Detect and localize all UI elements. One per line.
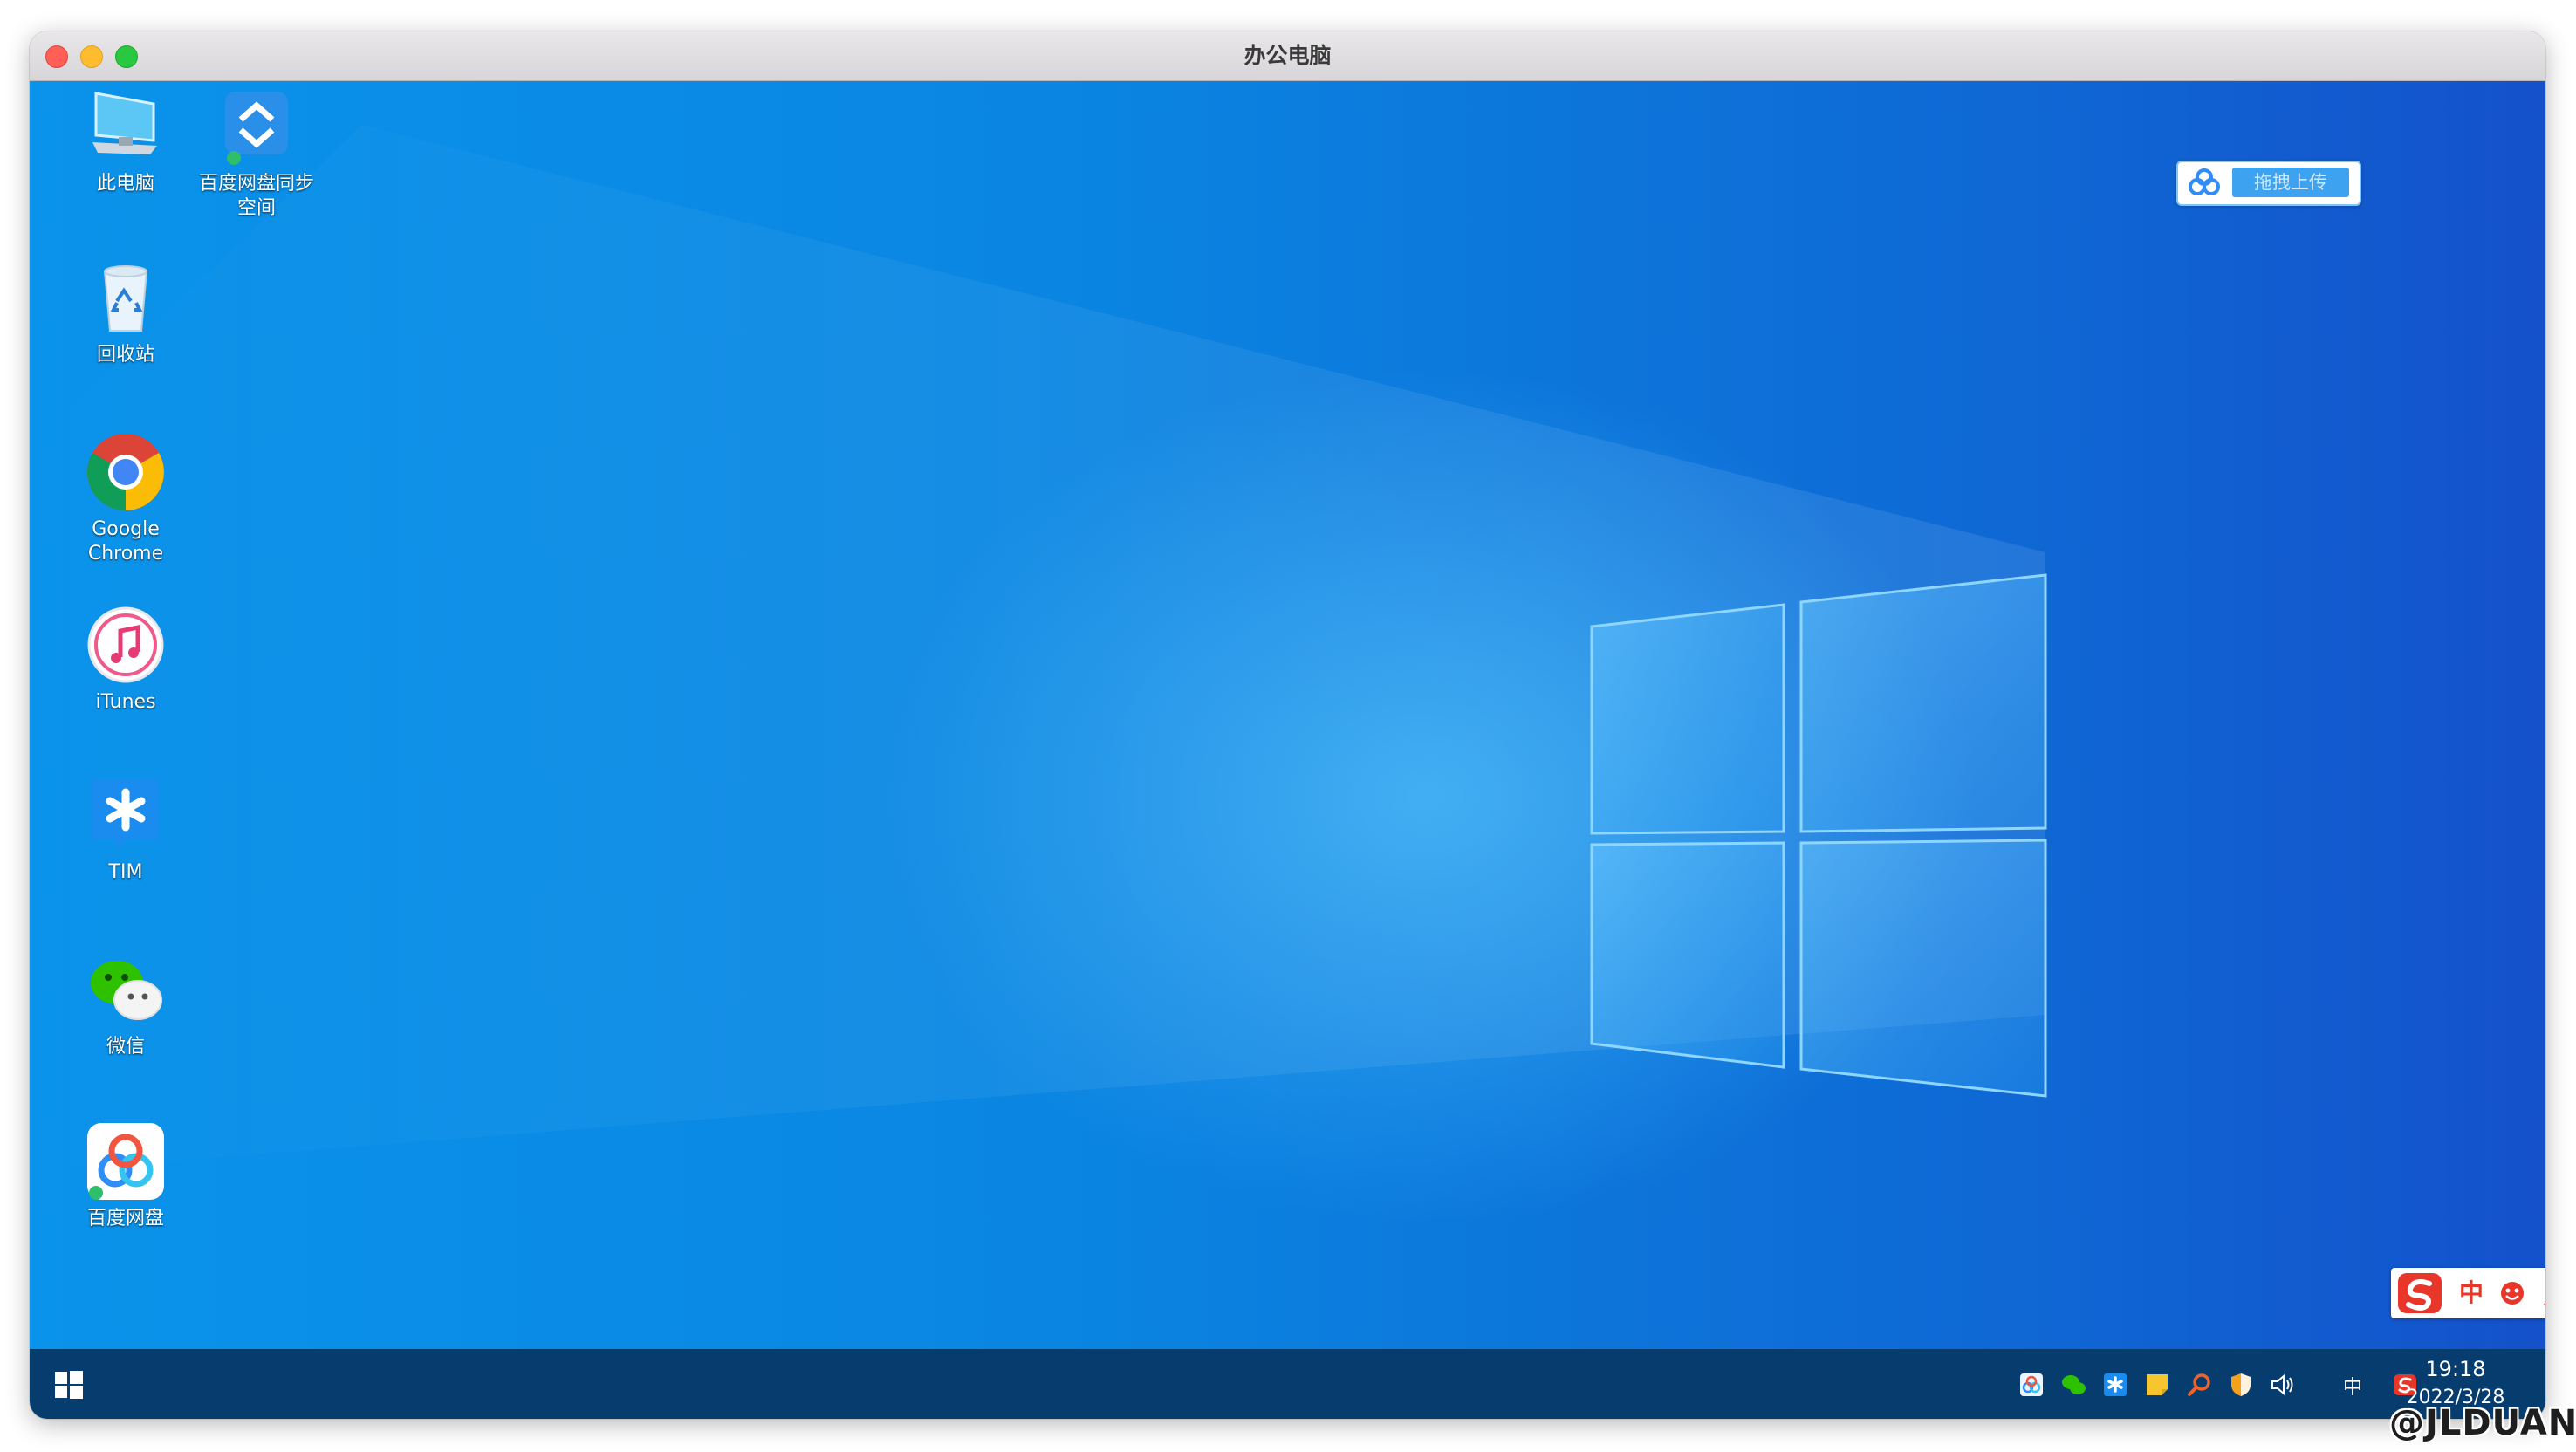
drag-upload-label: 拖拽上传 (2232, 168, 2349, 197)
icon-label: 回收站 (96, 344, 154, 366)
desktop-icon-recycle-bin[interactable]: 回收站 (60, 256, 191, 367)
icon-label: iTunes (95, 691, 156, 713)
icon-label: 微信 (106, 1036, 145, 1058)
wechat-tray-icon[interactable] (2060, 1372, 2086, 1398)
volume-icon[interactable] (2270, 1372, 2296, 1398)
security-shield-tray-icon[interactable] (2228, 1372, 2254, 1398)
desktop-icon-baidu-netdisk[interactable]: 百度网盘 (60, 1120, 191, 1231)
icon-label: TIM (108, 861, 143, 883)
recycle-bin-icon (84, 256, 168, 339)
remote-desktop-window: 办公电脑 此电脑 百度网盘同步空间 回收站 Google Chrome iTun… (30, 31, 2545, 1419)
desktop-icon-tim[interactable]: TIM (60, 773, 191, 885)
clock-time: 19:18 (2425, 1357, 2486, 1381)
taskbar: 中 19:18 2022/3/28 (30, 1349, 2545, 1419)
wechat-icon (84, 948, 168, 1031)
desktop-icon-baidu-sync[interactable]: 百度网盘同步空间 (191, 85, 322, 221)
title-bar[interactable]: 办公电脑 (30, 31, 2545, 81)
itunes-icon (84, 603, 168, 687)
desktop-icon-chrome[interactable]: Google Chrome (60, 430, 191, 566)
icon-label: 此电脑 (96, 173, 154, 195)
wallpaper (30, 125, 2047, 1172)
desktop-icon-itunes[interactable]: iTunes (60, 603, 191, 715)
baidu-netdisk-icon (84, 1120, 168, 1203)
tim-tray-icon[interactable] (2102, 1372, 2128, 1398)
start-button[interactable] (54, 1370, 84, 1400)
emoji-icon[interactable] (2492, 1268, 2532, 1318)
sogou-logo-icon[interactable] (2391, 1268, 2449, 1318)
desktop[interactable]: 此电脑 百度网盘同步空间 回收站 Google Chrome iTunes TI… (30, 81, 2545, 1381)
search-tray-icon[interactable] (2186, 1372, 2212, 1398)
icon-label: Google Chrome (87, 518, 164, 565)
desktop-icon-wechat[interactable]: 微信 (60, 948, 191, 1059)
icon-label: 百度网盘同步空间 (198, 173, 314, 219)
baidu-netdisk-icon (2185, 168, 2223, 197)
drag-upload-widget[interactable]: 拖拽上传 (2176, 161, 2361, 206)
user-account-icon[interactable] (2534, 1268, 2545, 1318)
baidu-sync-space-icon (215, 85, 298, 168)
windows-logo-icon (55, 1371, 83, 1399)
icon-label: 百度网盘 (86, 1208, 164, 1229)
input-language-indicator[interactable]: 中 (2343, 1372, 2362, 1400)
ime-toolbar[interactable]: 中 (2391, 1268, 2545, 1318)
tim-icon (84, 773, 168, 857)
sticky-notes-tray-icon[interactable] (2144, 1372, 2170, 1398)
baidu-netdisk-tray-icon[interactable] (2018, 1372, 2045, 1398)
ime-mode-toggle[interactable]: 中 (2452, 1268, 2490, 1318)
chrome-icon (84, 430, 168, 514)
watermark: @JLDUAN (2389, 1403, 2576, 1443)
window-title: 办公电脑 (1243, 43, 1332, 68)
desktop-icon-this-pc[interactable]: 此电脑 (60, 85, 191, 196)
this-pc-icon (84, 85, 168, 168)
